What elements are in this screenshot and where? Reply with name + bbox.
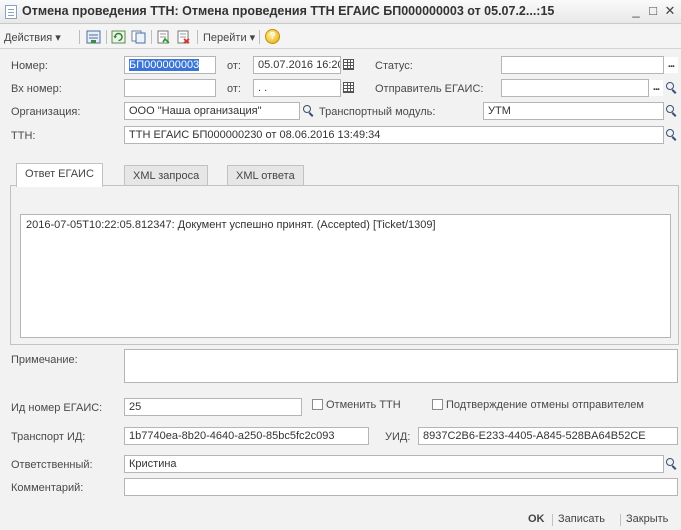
response-text-area[interactable]: 2016-07-05T10:22:05.812347: Документ усп… [20,214,671,338]
comment-field[interactable] [124,478,678,496]
comment-label: Комментарий: [11,482,84,494]
select-button[interactable]: ... [664,57,678,73]
number-label: Номер: [11,60,48,72]
uid-field[interactable]: 8937C2B6-E233-4405-A845-528BA64B52CE [418,427,678,445]
note-field[interactable] [124,349,678,383]
incoming-from-label: от: [227,83,241,95]
list-icon[interactable] [86,30,101,44]
org-label: Организация: [11,106,81,118]
date-field[interactable]: 05.07.2016 16:20 [253,56,341,74]
sender-label: Отправитель ЕГАИС: [375,83,484,95]
refresh-icon[interactable] [111,30,126,44]
toolbar-separator [259,30,260,44]
unpost-icon[interactable] [176,30,191,44]
goto-menu[interactable]: Перейти ▾ [203,31,255,44]
search-icon[interactable] [664,80,678,96]
responsible-label: Ответственный: [11,459,93,471]
post-icon[interactable] [156,30,171,44]
document-icon [5,5,17,19]
title-bar: Отмена проведения ТТН: Отмена проведения… [0,0,681,24]
ok-button[interactable]: OK [528,513,545,525]
sender-field[interactable] [501,79,649,97]
help-icon[interactable]: ? [265,29,280,44]
minimize-button[interactable]: _ [628,3,644,19]
ttn-field[interactable]: ТТН ЕГАИС БП000000230 от 08.06.2016 13:4… [124,126,664,144]
calendar-icon[interactable] [343,59,354,70]
ttn-label: ТТН: [11,130,36,142]
close-button[interactable]: ✕ [662,3,678,19]
toolbar-separator [79,30,80,44]
uid-label: УИД: [385,431,411,443]
responsible-field[interactable]: Кристина [124,455,664,473]
search-icon[interactable] [664,127,678,143]
cancel-ttn-checkbox[interactable] [312,399,323,410]
goto-label: Перейти [203,32,247,44]
transport-id-label: Транспорт ИД: [11,431,86,443]
incoming-date-field[interactable]: . . [253,79,341,97]
transport-module-field[interactable]: УТМ [483,102,664,120]
egais-id-label: Ид номер ЕГАИС: [11,402,103,414]
transport-module-label: Транспортный модуль: [319,106,436,118]
toolbar-separator [106,30,107,44]
copy-icon[interactable] [131,30,146,44]
window-title: Отмена проведения ТТН: Отмена проведения… [22,4,555,18]
select-button[interactable]: ... [649,80,663,96]
chevron-down-icon: ▾ [249,32,256,44]
search-icon[interactable] [301,103,315,119]
chevron-down-icon: ▾ [55,32,61,44]
footer-separator [620,514,621,526]
search-icon[interactable] [664,456,678,472]
note-label: Примечание: [11,354,78,366]
footer: OK Записать Закрыть [0,510,681,530]
egais-id-field[interactable]: 25 [124,398,302,416]
tab-xml-request[interactable]: XML запроса [124,165,209,187]
transport-id-field[interactable]: 1b7740ea-8b20-4640-a250-85bc5fc2c093 [124,427,369,445]
number-field[interactable]: БП000000003 [124,56,216,74]
tab-egais-response[interactable]: Ответ ЕГАИС [16,163,103,187]
maximize-button[interactable]: □ [645,3,661,19]
footer-separator [552,514,553,526]
toolbar-separator [151,30,152,44]
help-label: ? [269,31,276,42]
incoming-number-field[interactable] [124,79,216,97]
cancel-ttn-label: Отменить ТТН [326,399,401,411]
sender-confirm-label: Подтверждение отмены отправителем [446,399,644,411]
close-form-button[interactable]: Закрыть [626,513,668,525]
incoming-number-label: Вх номер: [11,83,62,95]
status-field[interactable] [501,56,664,74]
from-label: от: [227,60,241,72]
actions-label: Действия [4,32,53,44]
save-button[interactable]: Записать [558,513,605,525]
search-icon[interactable] [664,103,678,119]
org-field[interactable]: ООО "Наша организация" [124,102,300,120]
tab-xml-response[interactable]: XML ответа [227,165,304,187]
sender-confirm-checkbox[interactable] [432,399,443,410]
toolbar: Действия ▾ Перейти ▾ ? [0,25,681,49]
actions-menu[interactable]: Действия ▾ [4,31,61,44]
calendar-icon[interactable] [343,82,354,93]
number-value: БП000000003 [129,59,200,71]
status-label: Статус: [375,60,413,72]
toolbar-separator [197,30,198,44]
